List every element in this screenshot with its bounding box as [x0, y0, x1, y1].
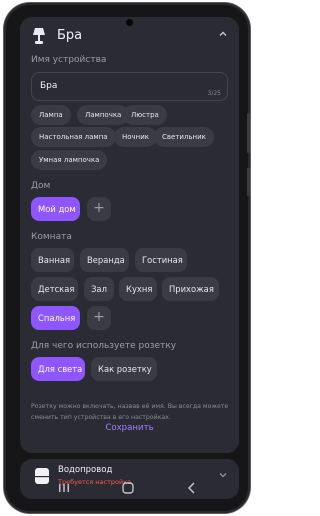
add-home-button[interactable]: + [87, 197, 111, 221]
home-nav-icon[interactable] [120, 481, 136, 495]
room-option[interactable]: Кухня [119, 277, 157, 301]
usage-hint: Розетку можно включать, назвав её имя. В… [31, 403, 229, 421]
phone-frame: Бра Имя устройства Бра 3/25 Лампа Лампоч… [4, 3, 250, 513]
room-option[interactable]: Веранда [80, 248, 129, 272]
device-name-value[interactable]: Бра [40, 81, 57, 91]
page-title: Бра [57, 28, 83, 43]
device-name-label: Имя устройства [31, 55, 107, 65]
system-nav-bar [4, 477, 250, 501]
usage-label: Для чего используете розетку [31, 341, 177, 351]
room-option[interactable]: Гостиная [135, 248, 187, 272]
add-room-button[interactable]: + [87, 306, 111, 330]
character-counter: 3/25 [207, 90, 221, 97]
device-name: Водопровод [58, 465, 113, 475]
back-nav-icon[interactable] [184, 481, 200, 495]
room-option[interactable]: Ванная [31, 248, 74, 272]
plus-icon: + [93, 309, 105, 325]
plus-icon: + [93, 200, 105, 216]
room-option[interactable]: Детская [31, 277, 78, 301]
suggestion-chip[interactable]: Умная лампочка [31, 150, 108, 170]
save-button[interactable]: Сохранить [20, 423, 239, 433]
usage-option-selected[interactable]: Для света [31, 357, 85, 381]
home-option-selected[interactable]: Мой дом [31, 197, 80, 221]
room-label: Комната [31, 232, 72, 242]
device-settings-card: Бра Имя устройства Бра 3/25 Лампа Лампоч… [20, 17, 239, 453]
side-button [247, 113, 250, 153]
suggestion-chip[interactable]: Ночник [114, 127, 158, 147]
lamp-icon [33, 28, 45, 44]
device-name-field[interactable]: Бра 3/25 [31, 72, 228, 101]
side-button [247, 168, 250, 196]
room-option[interactable]: Зал [84, 277, 114, 301]
front-camera [124, 17, 135, 28]
suggestion-chip[interactable]: Лампа [31, 105, 71, 125]
room-option[interactable]: Прихожая [162, 277, 219, 301]
usage-option[interactable]: Как розетку [91, 357, 157, 381]
suggestion-chip[interactable]: Настольная лампа [31, 127, 116, 147]
suggestion-chip[interactable]: Лампочка [77, 105, 130, 125]
room-option-selected[interactable]: Спальня [31, 306, 80, 330]
suggestion-chip[interactable]: Люстра [123, 105, 167, 125]
home-label: Дом [31, 181, 51, 191]
suggestion-chip[interactable]: Светильник [154, 127, 214, 147]
chevron-up-icon[interactable] [218, 29, 228, 39]
recent-apps-icon[interactable] [56, 481, 72, 495]
